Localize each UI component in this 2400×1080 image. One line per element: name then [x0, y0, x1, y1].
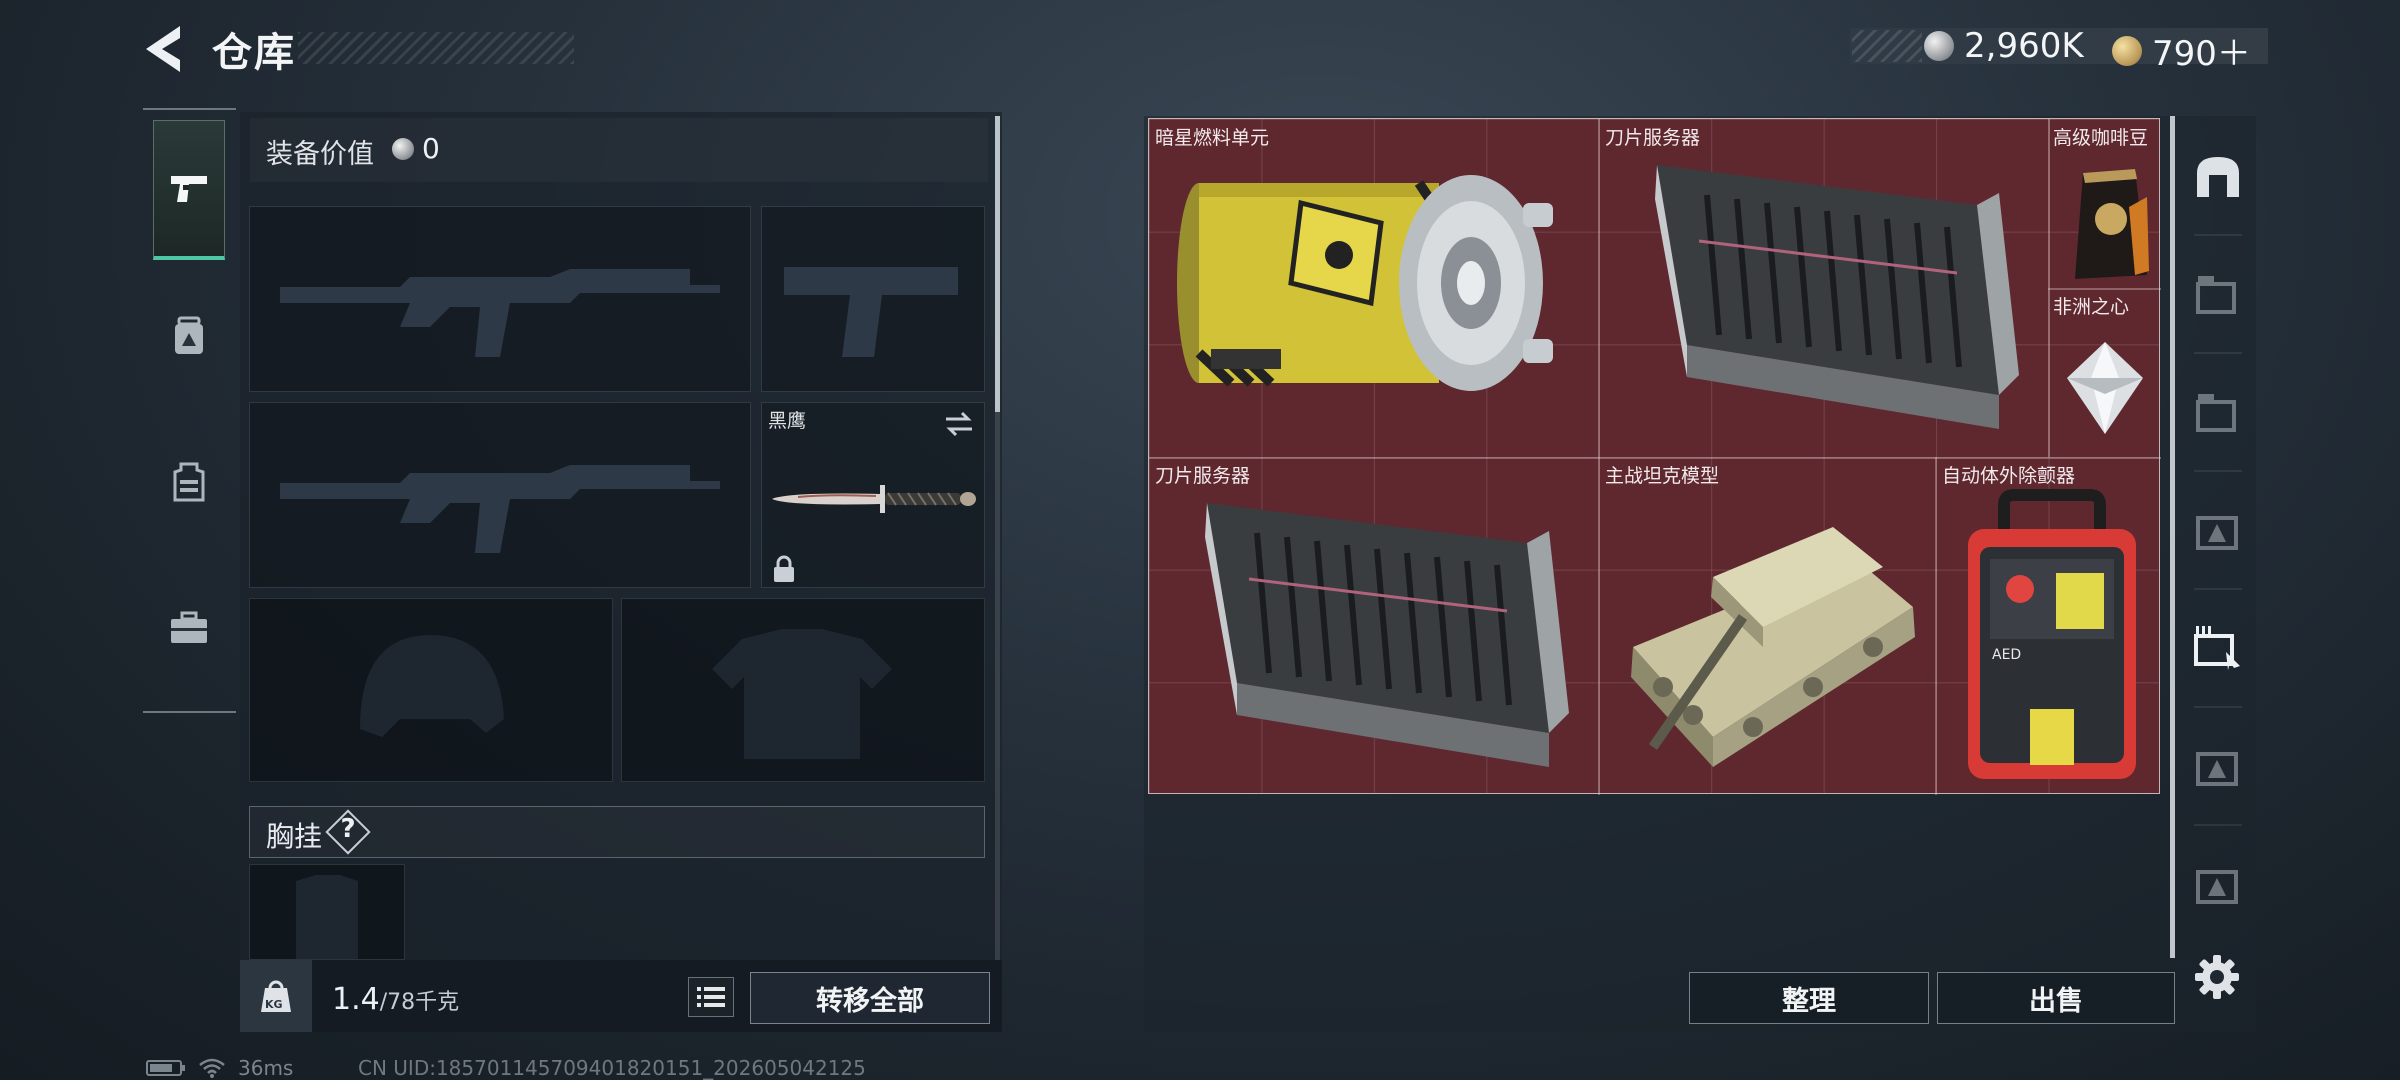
storage-box-icon [2196, 394, 2236, 432]
storage-item-blade-server-2[interactable]: 刀片服务器 [1149, 457, 1599, 795]
armor-silhouette-icon [712, 629, 892, 759]
storage-scrollbar[interactable] [2170, 116, 2175, 958]
loadout-scrollbar-thumb[interactable] [995, 116, 1000, 412]
item-name: 暗星燃料单元 [1155, 127, 1270, 149]
title-decor-stripes [298, 32, 574, 64]
blade-server-icon [1205, 503, 1569, 767]
storage-item-tank-model[interactable]: 主战坦克模型 [1599, 457, 1936, 795]
storage-grid: 暗星燃料单元 刀片服务器 高级咖啡豆 非洲之心 刀片服务器 主战坦克模型 自动体… [1148, 118, 2161, 795]
storage-item-aed[interactable]: 自动体外除颤器 AED [1936, 457, 2161, 795]
tab-storage-4[interactable] [2188, 618, 2248, 678]
helmet-silhouette-icon [360, 635, 504, 737]
item-name: 主战坦克模型 [1605, 465, 1720, 487]
settings-gear-icon[interactable] [2194, 954, 2240, 1000]
weight-readout: 1.4/78千克 [332, 982, 459, 1017]
weight-current: 1.4 [332, 982, 380, 1017]
gold-currency[interactable]: 790＋ [2112, 26, 2251, 75]
tab-vest[interactable] [153, 412, 225, 552]
gold-currency-value: 790＋ [2152, 34, 2251, 74]
list-icon [697, 987, 725, 1007]
user-uid: CN UID:18570114570940182015​1_2026050421… [358, 1056, 866, 1080]
coffee-bag-icon [2075, 169, 2149, 279]
chest-rig-label: 胸挂 [266, 820, 323, 853]
tab-storage-6[interactable] [2188, 854, 2248, 914]
silver-coin-icon [1924, 31, 1954, 61]
tab-all-storage[interactable] [2188, 146, 2248, 206]
pistol-icon [171, 175, 207, 202]
tab-toolbox[interactable] [153, 558, 225, 698]
gold-coin-icon [2112, 35, 2142, 66]
storage-item-blade-server-1[interactable]: 刀片服务器 [1599, 119, 2049, 457]
toolbox-icon [171, 611, 207, 643]
vest-icon [173, 462, 205, 502]
tab-storage-5[interactable] [2188, 736, 2248, 796]
tab-weapons[interactable] [153, 120, 225, 260]
item-name: 自动体外除颤器 [1942, 465, 2076, 487]
item-name: 高级咖啡豆 [2053, 127, 2149, 149]
equipment-value-amount: 0 [422, 132, 440, 165]
sell-button[interactable]: 出售 [1937, 972, 2175, 1024]
sidearm-slot[interactable] [761, 206, 985, 392]
swap-arrows-icon[interactable] [944, 411, 974, 437]
equipment-value-label: 装备价值 [266, 139, 374, 170]
storage-case-icon [2196, 752, 2238, 786]
chest-rig-slot[interactable] [249, 864, 405, 960]
silver-coin-icon [392, 138, 414, 160]
storage-tab-rail [2180, 116, 2256, 956]
primary-weapon-slot-2[interactable] [249, 402, 751, 588]
item-name: 非洲之心 [2053, 296, 2130, 318]
tank-model-icon [1631, 527, 1915, 767]
tidy-button[interactable]: 整理 [1689, 972, 1929, 1024]
silver-currency-value: 2,960K [1964, 26, 2084, 66]
storage-case-selected-icon [2194, 626, 2240, 670]
wifi-icon [199, 1058, 225, 1078]
rifle-silhouette-icon [280, 269, 720, 357]
lock-icon [774, 555, 794, 582]
melee-weapon-name: 黑鹰 [768, 410, 807, 432]
tab-storage-2[interactable] [2188, 382, 2248, 442]
storage-case-icon [2196, 516, 2238, 550]
chest-rig-silhouette-icon [296, 875, 358, 959]
backpack-icon [175, 316, 203, 354]
storage-item-fuel-cell[interactable]: 暗星燃料单元 [1149, 119, 1599, 457]
silver-currency[interactable]: 2,960K [1924, 26, 2084, 66]
fuel-canister-icon [1177, 175, 1553, 391]
weight-max: /78千克 [379, 990, 460, 1015]
storage-item-coffee-beans[interactable]: 高级咖啡豆 [2049, 119, 2161, 288]
transfer-all-button[interactable]: 转移全部 [750, 972, 990, 1024]
weight-box: KG [240, 960, 312, 1032]
aed-icon: AED [1968, 489, 2136, 779]
device-status: 36ms [146, 1056, 293, 1080]
loadout-category-tabs [143, 108, 236, 713]
knife-icon [772, 485, 976, 513]
aed-label: AED [1992, 647, 2021, 663]
battery-icon [146, 1060, 185, 1076]
vault-icon [2197, 157, 2239, 197]
body-armor-slot[interactable] [621, 598, 985, 782]
page-title: 仓库 [212, 30, 296, 76]
tab-storage-1[interactable] [2188, 264, 2248, 324]
help-icon-text: ? [340, 814, 356, 844]
tab-storage-3[interactable] [2188, 500, 2248, 560]
ping-value: 36ms [238, 1056, 294, 1080]
primary-weapon-slot-1[interactable] [249, 206, 751, 392]
currency-decor-stripes [1852, 30, 1922, 62]
storage-item-heart-of-africa[interactable]: 非洲之心 [2049, 288, 2161, 457]
blade-server-icon [1655, 165, 2019, 429]
helmet-slot[interactable] [249, 598, 613, 782]
storage-case-icon [2196, 870, 2238, 904]
storage-box-icon [2196, 276, 2236, 314]
list-view-button[interactable] [688, 977, 734, 1017]
diamond-icon [2067, 342, 2143, 434]
tab-backpack[interactable] [153, 266, 225, 406]
pistol-silhouette-icon [784, 267, 958, 357]
rifle-silhouette-icon [280, 465, 720, 553]
kg-label: KG [265, 998, 283, 1011]
back-arrow-icon[interactable] [140, 22, 190, 76]
